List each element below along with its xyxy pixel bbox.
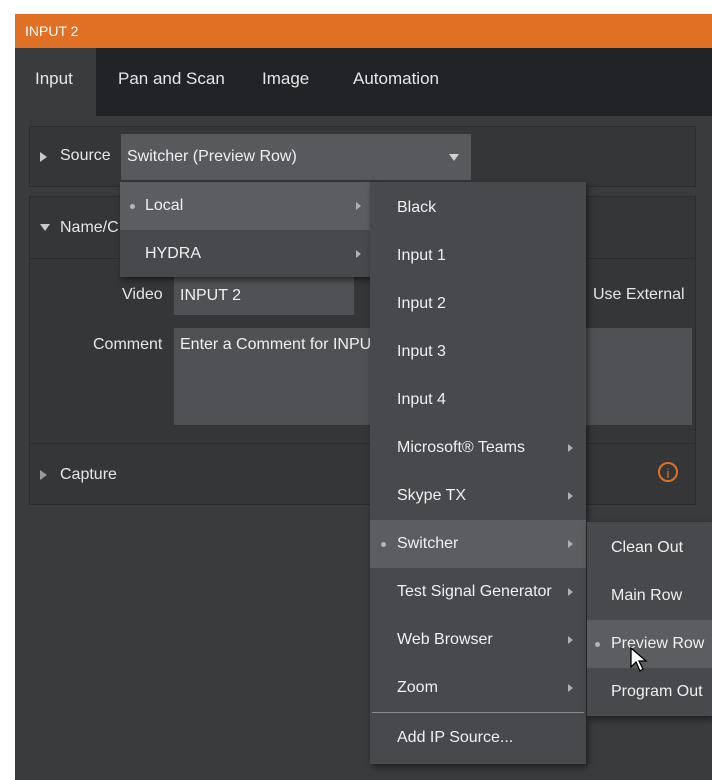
tab-automation[interactable]: Automation: [353, 48, 439, 116]
menu-item-label: Add IP Source...: [397, 729, 514, 746]
submenu-arrow-icon: [568, 684, 573, 692]
menu-item-local[interactable]: Local: [120, 182, 370, 230]
menu-item-input-4[interactable]: Input 4: [370, 376, 586, 424]
menu-item-label: Skype TX: [397, 487, 467, 504]
menu-item-input-1[interactable]: Input 1: [370, 232, 586, 280]
menu-item-test-signal-generator[interactable]: Test Signal Generator: [370, 568, 586, 616]
menu-item-label: Preview Row: [611, 635, 705, 652]
menu-item-label: Microsoft® Teams: [397, 439, 525, 456]
submenu-arrow-icon: [356, 202, 361, 210]
menu-item-label: Test Signal Generator: [397, 583, 552, 600]
tab-image[interactable]: Image: [262, 48, 309, 116]
submenu-arrow-icon: [568, 540, 573, 548]
video-name-field[interactable]: INPUT 2: [174, 277, 354, 315]
menu-item-black[interactable]: Black: [370, 184, 586, 232]
menu-item-label: Web Browser: [397, 631, 493, 648]
menu-item-label: HYDRA: [145, 245, 202, 262]
name-section-label: Name/C: [60, 219, 119, 236]
menu-item-label: Program Out: [611, 683, 703, 700]
menu-item-clean-out[interactable]: Clean Out: [587, 524, 712, 572]
switcher-submenu: Clean Out Main Row Preview Row Program O…: [587, 522, 712, 716]
menu-item-label: Switcher: [397, 535, 459, 552]
menu-item-input-3[interactable]: Input 3: [370, 328, 586, 376]
menu-item-label: Zoom: [397, 679, 438, 696]
submenu-arrow-icon: [568, 444, 573, 452]
video-label: Video: [122, 286, 163, 303]
menu-item-label: Input 4: [397, 391, 446, 408]
source-menu-level1: Local HYDRA: [120, 182, 370, 277]
menu-item-hydra[interactable]: HYDRA: [120, 230, 370, 278]
source-section: Source Switcher (Preview Row): [29, 126, 696, 187]
submenu-arrow-icon: [568, 636, 573, 644]
menu-item-label: Local: [145, 197, 184, 214]
menu-item-label: Input 2: [397, 295, 446, 312]
expand-arrow-icon: [40, 470, 47, 480]
info-icon[interactable]: i: [658, 462, 678, 482]
tab-input[interactable]: Input: [15, 48, 96, 116]
window-title: INPUT 2: [15, 14, 712, 48]
menu-item-zoom[interactable]: Zoom: [370, 664, 586, 712]
menu-item-label: Input 3: [397, 343, 446, 360]
tab-input-label: Input: [35, 69, 73, 88]
menu-item-label: Input 1: [397, 247, 446, 264]
capture-label: Capture: [60, 466, 117, 483]
source-dropdown[interactable]: Switcher (Preview Row): [121, 134, 471, 180]
mouse-cursor-icon: [630, 647, 648, 672]
expand-arrow-icon[interactable]: [40, 152, 47, 162]
menu-item-input-2[interactable]: Input 2: [370, 280, 586, 328]
menu-item-program-out[interactable]: Program Out: [587, 668, 712, 716]
selected-dot-icon: [130, 204, 135, 209]
source-menu-level2: Black Input 1 Input 2 Input 3 Input 4 Mi…: [370, 182, 586, 764]
menu-item-add-ip-source[interactable]: Add IP Source...: [370, 714, 586, 762]
selected-dot-icon: [595, 642, 600, 647]
menu-item-switcher[interactable]: Switcher: [370, 520, 586, 568]
selected-dot-icon: [381, 542, 386, 547]
menu-item-label: Clean Out: [611, 539, 684, 556]
menu-item-microsoft-teams[interactable]: Microsoft® Teams: [370, 424, 586, 472]
menu-separator: [372, 712, 584, 713]
comment-label: Comment: [93, 336, 163, 353]
source-label: Source: [60, 147, 111, 164]
menu-item-label: Main Row: [611, 587, 683, 604]
submenu-arrow-icon: [568, 492, 573, 500]
capture-section[interactable]: Capture i: [29, 443, 696, 505]
menu-item-preview-row[interactable]: Preview Row: [587, 620, 712, 668]
menu-item-main-row[interactable]: Main Row: [587, 572, 712, 620]
use-external-label[interactable]: Use External: [593, 286, 685, 304]
chevron-down-icon: [449, 154, 459, 161]
tab-pan-and-scan[interactable]: Pan and Scan: [118, 48, 225, 116]
tab-bar: Input Pan and Scan Image Automation: [15, 48, 712, 116]
source-value: Switcher (Preview Row): [127, 148, 297, 165]
submenu-arrow-icon: [356, 250, 361, 258]
menu-item-label: Black: [397, 199, 437, 216]
submenu-arrow-icon: [568, 588, 573, 596]
menu-item-web-browser[interactable]: Web Browser: [370, 616, 586, 664]
collapse-arrow-icon: [40, 224, 50, 231]
menu-item-skype-tx[interactable]: Skype TX: [370, 472, 586, 520]
